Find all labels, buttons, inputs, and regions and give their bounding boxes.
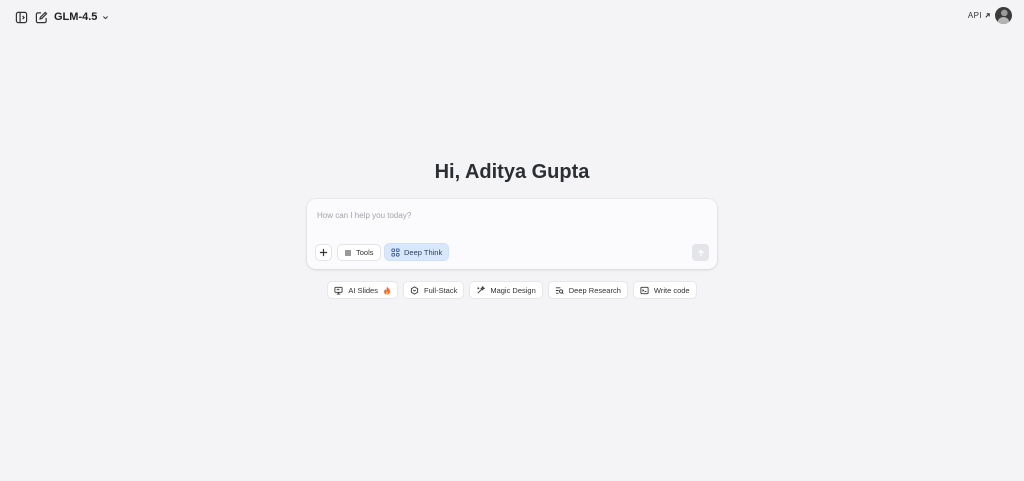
model-name: GLM-4.5 — [54, 11, 98, 23]
tools-label: Tools — [356, 248, 374, 257]
send-icon — [697, 249, 704, 256]
api-label: API — [967, 11, 982, 20]
suggestion-label: Deep Research — [568, 285, 621, 295]
greeting-heading: Hi, Aditya Gupta — [434, 161, 590, 183]
chevron-down-icon — [103, 15, 109, 19]
top-bar: GLM-4.5 API — [0, 0, 1024, 34]
suggestion-label: Full-Stack — [423, 285, 458, 295]
fire-icon — [384, 285, 390, 295]
suggestion-deep-research[interactable]: Deep Research — [547, 281, 628, 299]
suggestion-label: AI Slides — [348, 285, 378, 295]
api-link[interactable]: API — [968, 11, 991, 20]
deep-think-toggle[interactable]: Deep Think — [384, 243, 450, 261]
suggestion-write-code[interactable]: Write code — [632, 281, 697, 299]
send-button[interactable] — [692, 244, 709, 261]
slides-icon — [334, 286, 343, 295]
suggestion-ai-slides[interactable]: AI Slides — [327, 281, 398, 299]
tools-button[interactable]: Tools — [337, 244, 381, 261]
arrow-up-right-icon — [985, 13, 990, 18]
prompt-input[interactable] — [315, 205, 709, 225]
model-selector[interactable]: GLM-4.5 — [54, 9, 109, 25]
menu-icon — [345, 250, 351, 255]
suggestion-label: Magic Design — [490, 285, 536, 295]
deep-think-icon — [391, 247, 400, 257]
sidebar-toggle-icon[interactable] — [12, 8, 30, 26]
chat-composer: Tools Deep Think — [307, 199, 717, 269]
code-window-icon — [640, 286, 649, 294]
attach-button[interactable] — [315, 244, 332, 261]
fullstack-icon — [410, 285, 419, 295]
suggestion-label: Write code — [653, 285, 690, 295]
new-chat-icon[interactable] — [32, 8, 50, 26]
deep-research-icon — [555, 286, 564, 294]
magic-design-icon — [477, 285, 486, 294]
avatar[interactable] — [995, 7, 1012, 24]
suggestion-chips: AI Slides Full-Stack Magic Design Deep R… — [0, 281, 1024, 299]
plus-icon — [319, 248, 328, 257]
suggestion-magic-design[interactable]: Magic Design — [469, 281, 543, 299]
suggestion-full-stack[interactable]: Full-Stack — [402, 281, 465, 299]
deep-think-label: Deep Think — [404, 247, 443, 257]
